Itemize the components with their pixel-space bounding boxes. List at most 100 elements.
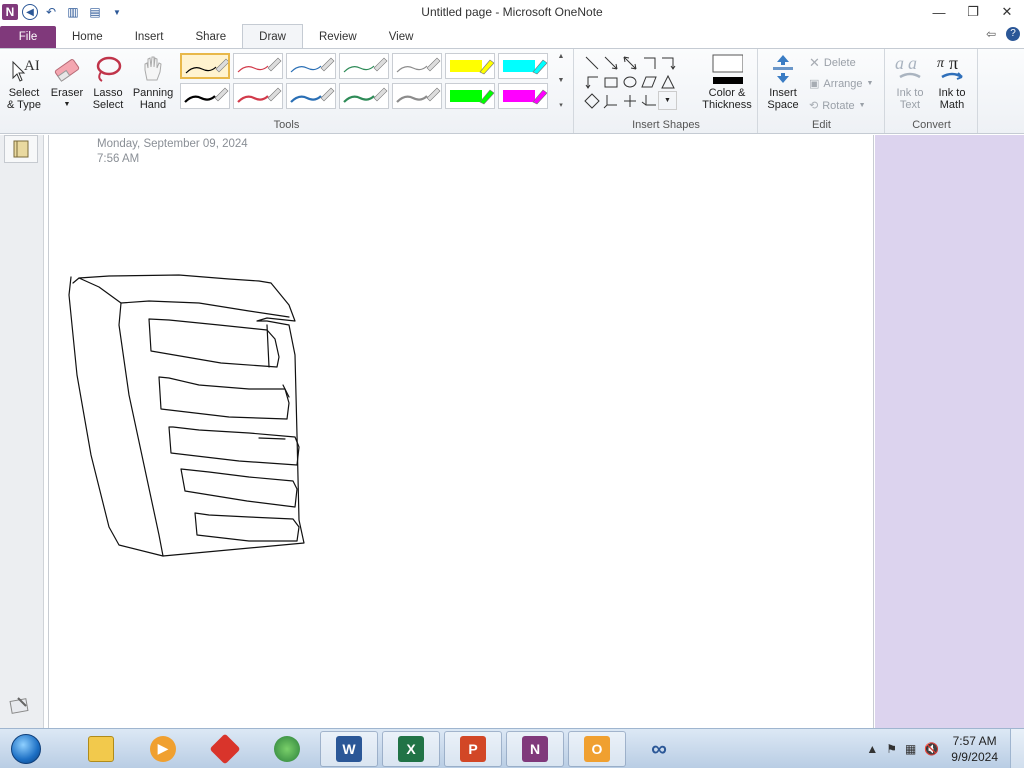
excel-icon: X (398, 735, 424, 762)
cross-axis-shape-icon[interactable] (620, 91, 639, 110)
eraser-button[interactable]: Eraser ▼ (48, 53, 86, 111)
action-center-flag-icon[interactable]: ⚑ (886, 742, 897, 756)
ink-to-text-button[interactable]: aa Ink to Text (890, 53, 930, 111)
scroll-down-icon[interactable]: ▼ (558, 77, 565, 84)
pen-swatch[interactable] (339, 83, 389, 109)
pen-swatch[interactable] (233, 83, 283, 109)
pen-swatch[interactable] (233, 53, 283, 79)
start-button[interactable] (6, 729, 46, 768)
help-icon[interactable]: ? (1006, 27, 1020, 41)
restore-button[interactable]: ❐ (956, 0, 990, 24)
highlighter-swatch[interactable] (445, 83, 495, 109)
ink-to-math-button[interactable]: ππ Ink to Math (932, 53, 972, 111)
double-arrow-shape-icon[interactable] (620, 53, 639, 72)
shapes-more-icon[interactable]: ▼ (658, 91, 677, 110)
rectangle-shape-icon[interactable] (601, 72, 620, 91)
insert-space-icon (767, 53, 799, 85)
title-bar: N ◀ ↶ ▥ ▤ ▼ Untitled page - Microsoft On… (0, 0, 1024, 24)
notebook-icon[interactable] (4, 135, 38, 163)
rotate-icon: ⟲ (809, 100, 819, 112)
axis-2d-shape-icon[interactable] (639, 53, 658, 72)
customize-qat-icon[interactable]: ▼ (108, 3, 126, 21)
tab-file[interactable]: File (0, 26, 56, 48)
taskbar-excel[interactable]: X (382, 730, 440, 767)
tab-share[interactable]: Share (179, 26, 242, 48)
pen-gallery-scroll[interactable]: ▲ ▼ ▾ (555, 53, 567, 109)
ribbon-tabs: File Home Insert Share Draw Review View … (0, 24, 1024, 48)
parallelogram-shape-icon[interactable] (639, 72, 658, 91)
taskbar-gallery[interactable] (196, 731, 254, 767)
line-shape-icon[interactable] (582, 53, 601, 72)
pen-swatch[interactable] (339, 53, 389, 79)
onenote-icon: N (522, 735, 548, 762)
more-pens-icon[interactable]: ▾ (559, 101, 563, 109)
taskbar-explorer[interactable] (72, 731, 130, 767)
select-type-button[interactable]: AI Select & Type (4, 53, 44, 111)
edit-group: Insert Space ✕ Delete ▣ Arrange ▼ ⟲ Rota… (759, 49, 885, 133)
ellipse-shape-icon[interactable] (620, 72, 639, 91)
show-hidden-icons-icon[interactable]: ▲ (866, 742, 878, 756)
pen-gallery (180, 53, 548, 109)
tab-review[interactable]: Review (303, 26, 373, 48)
tab-home[interactable]: Home (56, 26, 119, 48)
highlighter-swatch[interactable] (498, 53, 548, 79)
page-tabs-pane (875, 135, 1024, 728)
window-title: Untitled page - Microsoft OneNote (421, 5, 603, 19)
pen-swatch[interactable] (180, 53, 230, 79)
scroll-up-icon[interactable]: ▲ (558, 53, 565, 60)
color-thickness-button[interactable]: Color & Thickness (699, 53, 755, 111)
back-icon[interactable]: ◀ (22, 4, 38, 20)
triangle-shape-icon[interactable] (658, 72, 677, 91)
pen-swatch[interactable] (392, 53, 442, 79)
pen-swatch[interactable] (180, 83, 230, 109)
taskbar-outlook[interactable]: O (568, 730, 626, 767)
pin-ribbon-icon[interactable]: ⇦ (986, 27, 996, 41)
taskbar-infinity-app[interactable]: ∞ (630, 731, 688, 767)
cross-axis-2-shape-icon[interactable] (639, 91, 658, 110)
tab-insert[interactable]: Insert (119, 26, 180, 48)
highlighter-swatch[interactable] (445, 53, 495, 79)
delete-button[interactable]: ✕ Delete (809, 55, 856, 71)
lasso-icon (92, 53, 124, 85)
unfiled-notes-icon[interactable] (8, 695, 32, 718)
insert-space-button[interactable]: Insert Space (763, 53, 803, 111)
pen-swatch[interactable] (286, 53, 336, 79)
undo-icon[interactable]: ↶ (42, 3, 60, 21)
dock-icon[interactable]: ▥ (64, 3, 82, 21)
highlighter-swatch[interactable] (498, 83, 548, 109)
shapes-gallery: ▼ (582, 53, 677, 110)
lasso-select-button[interactable]: Lasso Select (88, 53, 128, 111)
full-page-view-icon[interactable]: ▤ (86, 3, 104, 21)
tab-view[interactable]: View (373, 26, 430, 48)
tools-group-label: Tools (273, 119, 300, 131)
taskbar-powerpoint[interactable]: P (444, 730, 502, 767)
volume-muted-icon[interactable]: 🔇 (924, 742, 939, 756)
axis-3d-shape-icon[interactable] (601, 91, 620, 110)
corner-arrow-shape-icon[interactable] (582, 72, 601, 91)
onenote-app-icon[interactable]: N (2, 4, 18, 20)
taskbar-browser[interactable] (258, 731, 316, 767)
color-thickness-icon (711, 53, 743, 85)
browser-globe-icon (274, 735, 300, 762)
minimize-button[interactable]: — (922, 0, 956, 24)
pen-swatch[interactable] (392, 83, 442, 109)
arrange-button[interactable]: ▣ Arrange ▼ (809, 77, 873, 91)
tools-group: AI Select & Type Eraser ▼ Lasso Select P… (0, 49, 574, 133)
taskbar-word[interactable]: W (320, 730, 378, 767)
axis-arrow-shape-icon[interactable] (658, 53, 677, 72)
close-button[interactable]: ✕ (990, 0, 1024, 24)
note-page[interactable]: Monday, September 09, 2024 7:56 AM (48, 135, 874, 728)
tab-draw[interactable]: Draw (242, 24, 303, 48)
system-clock[interactable]: 7:57 AM 9/9/2024 (951, 733, 998, 765)
panning-hand-button[interactable]: Panning Hand (130, 53, 176, 111)
ink-drawing[interactable] (49, 135, 875, 728)
insert-shapes-group-label: Insert Shapes (632, 119, 700, 131)
taskbar-onenote[interactable]: N (506, 730, 564, 767)
pen-swatch[interactable] (286, 83, 336, 109)
show-desktop-button[interactable] (1010, 729, 1024, 768)
arrow-shape-icon[interactable] (601, 53, 620, 72)
taskbar-media-player[interactable]: ▶ (134, 731, 192, 767)
rotate-button[interactable]: ⟲ Rotate ▼ (809, 99, 866, 113)
diamond-shape-icon[interactable] (582, 91, 601, 110)
network-icon[interactable]: ▦ (905, 742, 916, 756)
